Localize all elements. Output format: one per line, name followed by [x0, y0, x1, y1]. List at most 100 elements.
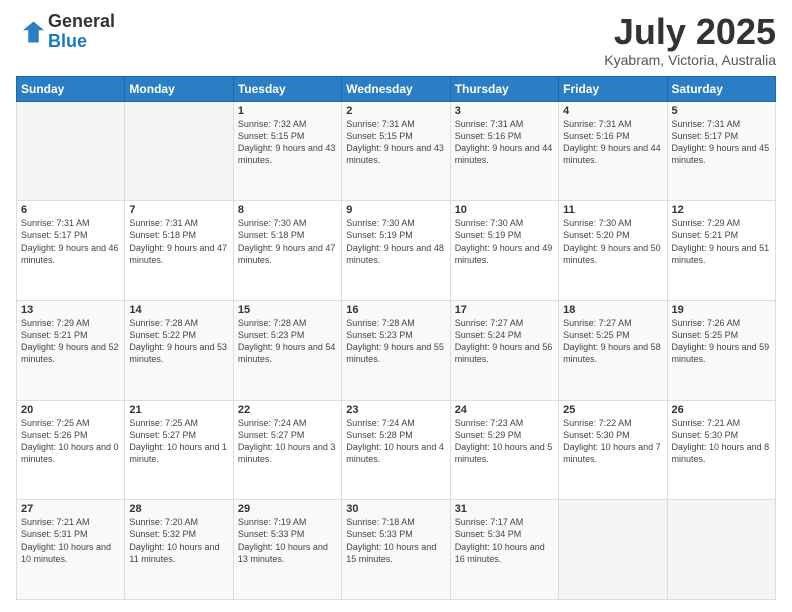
col-saturday: Saturday: [667, 76, 775, 101]
day-info: Sunrise: 7:21 AM Sunset: 5:31 PM Dayligh…: [21, 516, 120, 565]
week-row-5: 27Sunrise: 7:21 AM Sunset: 5:31 PM Dayli…: [17, 500, 776, 600]
location: Kyabram, Victoria, Australia: [604, 52, 776, 68]
day-info: Sunrise: 7:29 AM Sunset: 5:21 PM Dayligh…: [672, 217, 771, 266]
day-info: Sunrise: 7:30 AM Sunset: 5:19 PM Dayligh…: [455, 217, 554, 266]
day-info: Sunrise: 7:27 AM Sunset: 5:24 PM Dayligh…: [455, 317, 554, 366]
logo-text: General Blue: [48, 12, 115, 52]
calendar-cell: 4Sunrise: 7:31 AM Sunset: 5:16 PM Daylig…: [559, 101, 667, 201]
calendar-cell: 26Sunrise: 7:21 AM Sunset: 5:30 PM Dayli…: [667, 400, 775, 500]
day-info: Sunrise: 7:31 AM Sunset: 5:17 PM Dayligh…: [21, 217, 120, 266]
day-number: 25: [563, 404, 662, 416]
calendar-cell: [125, 101, 233, 201]
calendar-cell: 29Sunrise: 7:19 AM Sunset: 5:33 PM Dayli…: [233, 500, 341, 600]
day-info: Sunrise: 7:21 AM Sunset: 5:30 PM Dayligh…: [672, 417, 771, 466]
day-number: 29: [238, 503, 337, 515]
calendar-cell: 17Sunrise: 7:27 AM Sunset: 5:24 PM Dayli…: [450, 300, 558, 400]
calendar-cell: 11Sunrise: 7:30 AM Sunset: 5:20 PM Dayli…: [559, 201, 667, 301]
day-info: Sunrise: 7:28 AM Sunset: 5:22 PM Dayligh…: [129, 317, 228, 366]
day-number: 4: [563, 105, 662, 117]
col-friday: Friday: [559, 76, 667, 101]
day-number: 23: [346, 404, 445, 416]
day-info: Sunrise: 7:30 AM Sunset: 5:20 PM Dayligh…: [563, 217, 662, 266]
calendar-cell: 18Sunrise: 7:27 AM Sunset: 5:25 PM Dayli…: [559, 300, 667, 400]
day-info: Sunrise: 7:28 AM Sunset: 5:23 PM Dayligh…: [238, 317, 337, 366]
calendar-cell: 19Sunrise: 7:26 AM Sunset: 5:25 PM Dayli…: [667, 300, 775, 400]
week-row-3: 13Sunrise: 7:29 AM Sunset: 5:21 PM Dayli…: [17, 300, 776, 400]
day-number: 9: [346, 204, 445, 216]
day-number: 15: [238, 304, 337, 316]
calendar-cell: 2Sunrise: 7:31 AM Sunset: 5:15 PM Daylig…: [342, 101, 450, 201]
calendar-cell: 23Sunrise: 7:24 AM Sunset: 5:28 PM Dayli…: [342, 400, 450, 500]
calendar-cell: 5Sunrise: 7:31 AM Sunset: 5:17 PM Daylig…: [667, 101, 775, 201]
calendar-cell: 6Sunrise: 7:31 AM Sunset: 5:17 PM Daylig…: [17, 201, 125, 301]
day-number: 11: [563, 204, 662, 216]
day-info: Sunrise: 7:30 AM Sunset: 5:18 PM Dayligh…: [238, 217, 337, 266]
day-number: 16: [346, 304, 445, 316]
calendar-cell: 20Sunrise: 7:25 AM Sunset: 5:26 PM Dayli…: [17, 400, 125, 500]
calendar-cell: 21Sunrise: 7:25 AM Sunset: 5:27 PM Dayli…: [125, 400, 233, 500]
day-info: Sunrise: 7:23 AM Sunset: 5:29 PM Dayligh…: [455, 417, 554, 466]
calendar-cell: 24Sunrise: 7:23 AM Sunset: 5:29 PM Dayli…: [450, 400, 558, 500]
calendar-cell: [559, 500, 667, 600]
calendar-cell: 15Sunrise: 7:28 AM Sunset: 5:23 PM Dayli…: [233, 300, 341, 400]
day-info: Sunrise: 7:31 AM Sunset: 5:15 PM Dayligh…: [346, 118, 445, 167]
day-info: Sunrise: 7:24 AM Sunset: 5:27 PM Dayligh…: [238, 417, 337, 466]
day-number: 26: [672, 404, 771, 416]
day-number: 30: [346, 503, 445, 515]
week-row-2: 6Sunrise: 7:31 AM Sunset: 5:17 PM Daylig…: [17, 201, 776, 301]
day-info: Sunrise: 7:32 AM Sunset: 5:15 PM Dayligh…: [238, 118, 337, 167]
day-number: 19: [672, 304, 771, 316]
day-number: 10: [455, 204, 554, 216]
calendar-cell: 12Sunrise: 7:29 AM Sunset: 5:21 PM Dayli…: [667, 201, 775, 301]
day-info: Sunrise: 7:25 AM Sunset: 5:27 PM Dayligh…: [129, 417, 228, 466]
day-number: 28: [129, 503, 228, 515]
day-info: Sunrise: 7:18 AM Sunset: 5:33 PM Dayligh…: [346, 516, 445, 565]
calendar-header-row: Sunday Monday Tuesday Wednesday Thursday…: [17, 76, 776, 101]
day-info: Sunrise: 7:20 AM Sunset: 5:32 PM Dayligh…: [129, 516, 228, 565]
calendar-cell: [667, 500, 775, 600]
day-number: 13: [21, 304, 120, 316]
calendar-cell: 1Sunrise: 7:32 AM Sunset: 5:15 PM Daylig…: [233, 101, 341, 201]
day-number: 1: [238, 105, 337, 117]
day-info: Sunrise: 7:31 AM Sunset: 5:17 PM Dayligh…: [672, 118, 771, 167]
calendar-cell: 7Sunrise: 7:31 AM Sunset: 5:18 PM Daylig…: [125, 201, 233, 301]
logo-general: General: [48, 11, 115, 31]
calendar-cell: 31Sunrise: 7:17 AM Sunset: 5:34 PM Dayli…: [450, 500, 558, 600]
day-number: 21: [129, 404, 228, 416]
col-monday: Monday: [125, 76, 233, 101]
day-number: 31: [455, 503, 554, 515]
day-info: Sunrise: 7:27 AM Sunset: 5:25 PM Dayligh…: [563, 317, 662, 366]
day-info: Sunrise: 7:19 AM Sunset: 5:33 PM Dayligh…: [238, 516, 337, 565]
day-number: 3: [455, 105, 554, 117]
day-number: 6: [21, 204, 120, 216]
day-info: Sunrise: 7:31 AM Sunset: 5:18 PM Dayligh…: [129, 217, 228, 266]
day-info: Sunrise: 7:31 AM Sunset: 5:16 PM Dayligh…: [563, 118, 662, 167]
day-number: 7: [129, 204, 228, 216]
calendar-cell: 14Sunrise: 7:28 AM Sunset: 5:22 PM Dayli…: [125, 300, 233, 400]
header: General Blue July 2025 Kyabram, Victoria…: [16, 12, 776, 68]
calendar-table: Sunday Monday Tuesday Wednesday Thursday…: [16, 76, 776, 600]
day-info: Sunrise: 7:24 AM Sunset: 5:28 PM Dayligh…: [346, 417, 445, 466]
col-thursday: Thursday: [450, 76, 558, 101]
day-number: 12: [672, 204, 771, 216]
day-info: Sunrise: 7:22 AM Sunset: 5:30 PM Dayligh…: [563, 417, 662, 466]
calendar-cell: [17, 101, 125, 201]
col-tuesday: Tuesday: [233, 76, 341, 101]
calendar-cell: 16Sunrise: 7:28 AM Sunset: 5:23 PM Dayli…: [342, 300, 450, 400]
calendar-cell: 25Sunrise: 7:22 AM Sunset: 5:30 PM Dayli…: [559, 400, 667, 500]
day-number: 14: [129, 304, 228, 316]
title-block: July 2025 Kyabram, Victoria, Australia: [604, 12, 776, 68]
calendar-cell: 28Sunrise: 7:20 AM Sunset: 5:32 PM Dayli…: [125, 500, 233, 600]
calendar-cell: 13Sunrise: 7:29 AM Sunset: 5:21 PM Dayli…: [17, 300, 125, 400]
calendar-cell: 9Sunrise: 7:30 AM Sunset: 5:19 PM Daylig…: [342, 201, 450, 301]
day-number: 22: [238, 404, 337, 416]
day-number: 17: [455, 304, 554, 316]
day-info: Sunrise: 7:29 AM Sunset: 5:21 PM Dayligh…: [21, 317, 120, 366]
day-number: 5: [672, 105, 771, 117]
page: General Blue July 2025 Kyabram, Victoria…: [0, 0, 792, 612]
calendar-cell: 10Sunrise: 7:30 AM Sunset: 5:19 PM Dayli…: [450, 201, 558, 301]
calendar-cell: 22Sunrise: 7:24 AM Sunset: 5:27 PM Dayli…: [233, 400, 341, 500]
day-info: Sunrise: 7:28 AM Sunset: 5:23 PM Dayligh…: [346, 317, 445, 366]
day-info: Sunrise: 7:25 AM Sunset: 5:26 PM Dayligh…: [21, 417, 120, 466]
day-number: 20: [21, 404, 120, 416]
